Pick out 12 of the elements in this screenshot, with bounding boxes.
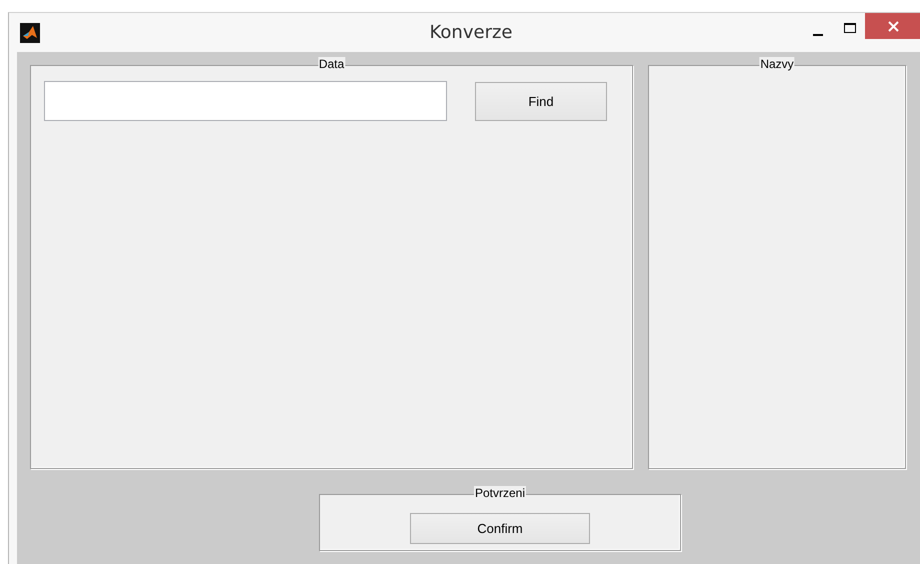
window-title: Konverze bbox=[430, 22, 512, 43]
confirm-button[interactable]: Confirm bbox=[410, 513, 590, 544]
input-field[interactable] bbox=[44, 81, 447, 121]
minimize-icon bbox=[813, 34, 823, 36]
app-logo-icon bbox=[20, 22, 40, 42]
panel-title: Data bbox=[318, 57, 346, 71]
find-button[interactable]: Find bbox=[475, 82, 607, 121]
close-button[interactable] bbox=[865, 13, 920, 39]
maximize-icon bbox=[844, 23, 856, 33]
close-icon bbox=[888, 20, 898, 32]
panel-title: Potvrzeni bbox=[474, 486, 526, 500]
panel-title: Nazvy bbox=[759, 57, 795, 71]
